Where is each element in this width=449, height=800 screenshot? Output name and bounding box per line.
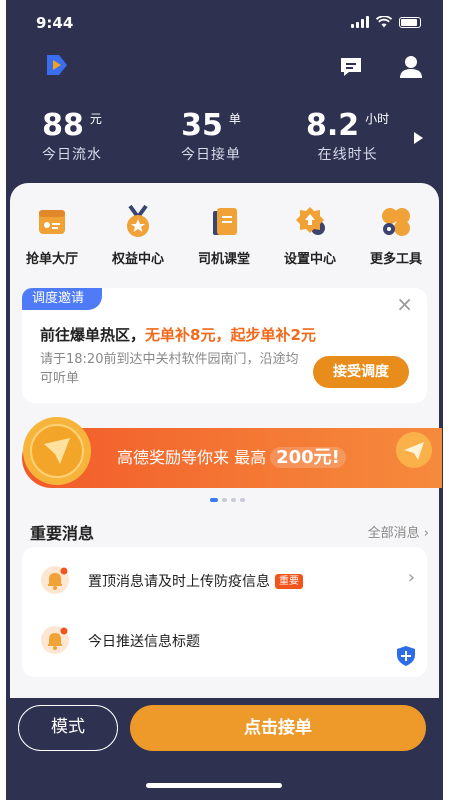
- all-messages-link[interactable]: 全部消息 ›: [368, 522, 429, 541]
- home-indicator: [146, 783, 282, 788]
- stat-value: 8.2: [306, 108, 360, 143]
- profile-icon[interactable]: [398, 54, 424, 80]
- status-time: 9:44: [36, 14, 74, 32]
- main-panel: 抢单大厅 权益中心 司机课堂 设置中心 更多工具 调度邀请 × 前往爆单热区，无…: [10, 183, 442, 698]
- message-item[interactable]: 置顶消息请及时上传防疫信息 重要 ›: [22, 551, 427, 609]
- message-title: 置顶消息请及时上传防疫信息: [88, 574, 270, 590]
- carousel-dot[interactable]: [240, 498, 245, 502]
- medal-icon: [127, 204, 149, 237]
- carousel-dot[interactable]: [231, 498, 236, 502]
- settings-gear-icon: [296, 207, 325, 235]
- message-text: 今日推送信息标题: [88, 634, 200, 650]
- phone-screen: 9:44 88 元 今日流水 35 单 今日接单 8.2 小时 在线时长 抢单大…: [6, 0, 443, 800]
- promo-banner[interactable]: 高德奖励等你来 最高 200元!: [22, 417, 442, 488]
- tool-more[interactable]: 更多工具: [356, 203, 436, 267]
- carousel-dot[interactable]: [210, 498, 218, 502]
- stat-revenue[interactable]: 88 元 今日流水: [42, 108, 102, 164]
- important-badge: 重要: [275, 574, 303, 589]
- mode-button[interactable]: 模式: [18, 705, 118, 751]
- stats-arrow-icon[interactable]: [414, 132, 423, 144]
- paper-plane-icon: [396, 432, 432, 468]
- stat-online-time[interactable]: 8.2 小时 在线时长: [306, 108, 389, 164]
- dispatch-card: 调度邀请 × 前往爆单热区，无单补8元，起步单补2元 请于18:20前到达中关村…: [22, 288, 427, 403]
- tool-grid: 抢单大厅 权益中心 司机课堂 设置中心 更多工具: [10, 203, 439, 267]
- stat-unit: 小时: [365, 112, 390, 126]
- stat-orders[interactable]: 35 单 今日接单: [181, 108, 241, 164]
- banner-amount: 200元!: [270, 447, 346, 468]
- message-icon[interactable]: [338, 54, 364, 80]
- stat-label: 今日接单: [181, 147, 241, 163]
- dispatch-tag: 调度邀请: [22, 288, 103, 310]
- book-icon: [213, 208, 237, 235]
- more-tools-icon: [382, 208, 410, 236]
- carousel-dot[interactable]: [222, 498, 227, 502]
- tool-label: 司机课堂: [197, 252, 250, 267]
- stat-label: 在线时长: [317, 147, 378, 163]
- stats-row: 88 元 今日流水 35 单 今日接单 8.2 小时 在线时长: [6, 108, 443, 168]
- dispatch-title-prefix: 前往爆单热区，: [40, 326, 146, 344]
- banner-text: 高德奖励等你来 最高 200元!: [117, 443, 346, 469]
- stat-unit: 单: [228, 112, 241, 126]
- bell-icon: [41, 626, 69, 654]
- wifi-icon: [376, 16, 392, 28]
- chevron-right-icon: ›: [407, 567, 415, 588]
- battery-icon: [399, 16, 421, 28]
- signal-icon: [351, 16, 369, 28]
- close-icon[interactable]: ×: [396, 294, 413, 314]
- banner-text-main: 高德奖励等你来 最高: [117, 448, 267, 467]
- stat-label: 今日流水: [42, 147, 102, 163]
- dispatch-title: 前往爆单热区，无单补8元，起步单补2元: [40, 324, 316, 345]
- stat-unit: 元: [89, 112, 102, 126]
- messages-card: 置顶消息请及时上传防疫信息 重要 › 今日推送信息标题: [22, 547, 427, 677]
- grab-order-button[interactable]: 点击接单: [130, 705, 426, 751]
- app-logo-icon: [47, 55, 67, 75]
- bell-icon: [41, 566, 69, 594]
- tool-driver-class[interactable]: 司机课堂: [184, 203, 264, 267]
- tool-label: 设置中心: [283, 252, 336, 267]
- stat-value: 35: [181, 108, 223, 143]
- message-item[interactable]: 今日推送信息标题: [22, 613, 427, 671]
- status-icons: [351, 16, 421, 28]
- messages-title: 重要消息: [30, 524, 95, 543]
- order-hall-icon: [39, 210, 65, 234]
- tool-benefits[interactable]: 权益中心: [98, 203, 178, 267]
- tool-label: 权益中心: [111, 252, 164, 267]
- dispatch-description: 请于18:20前到达中关村软件园南门，沿途均可听单: [40, 352, 299, 386]
- status-bar: 9:44: [6, 0, 443, 44]
- shield-icon[interactable]: [395, 645, 417, 667]
- tool-label: 抢单大厅: [25, 252, 78, 267]
- tool-label: 更多工具: [369, 252, 422, 267]
- tool-settings[interactable]: 设置中心: [270, 203, 350, 267]
- accept-dispatch-button[interactable]: 接受调度: [313, 356, 409, 388]
- carousel-indicator: [210, 498, 245, 502]
- message-text: 置顶消息请及时上传防疫信息 重要: [88, 571, 303, 591]
- coin-icon: [23, 417, 91, 485]
- dispatch-title-highlight: 无单补8元，起步单补2元: [145, 326, 316, 344]
- stat-value: 88: [42, 108, 84, 143]
- tool-order-hall[interactable]: 抢单大厅: [12, 203, 92, 267]
